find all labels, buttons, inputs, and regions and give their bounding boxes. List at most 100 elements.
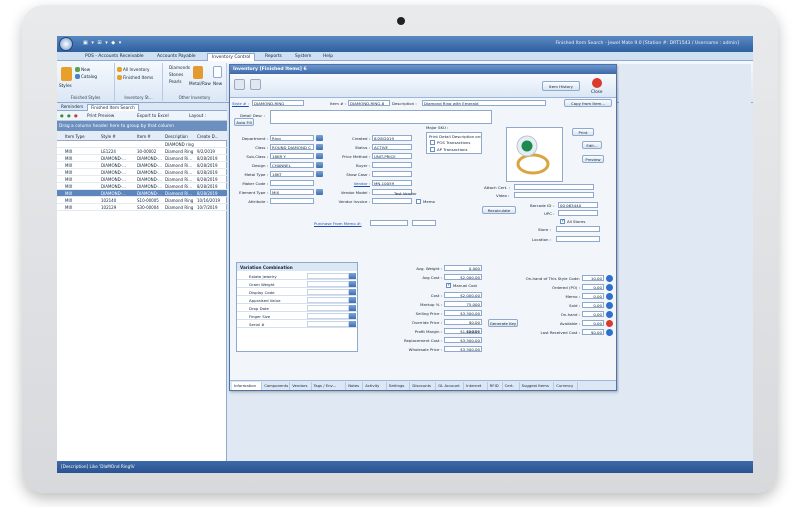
table-row[interactable]: MIX LE1224 30-00002 Diamond Ring 9/2/2019	[57, 148, 227, 155]
col-description[interactable]: Description	[165, 134, 188, 139]
new-style-button[interactable]: New	[81, 67, 90, 72]
search-icon[interactable]	[316, 153, 323, 159]
auto-fill-button[interactable]: Auto Fill	[234, 118, 254, 126]
quick-access-toolbar[interactable]: ▣ ▾ ⊞ ▾ ◆ ▾	[83, 40, 122, 46]
table-row[interactable]: MIX DIAMOND-... DIAMOND-... Diamond Ri... 8/…	[57, 176, 227, 183]
field-value[interactable]: 18KT	[270, 171, 314, 177]
vendor-link[interactable]: Vendor :	[354, 181, 370, 186]
print-preview-button[interactable]: Print Preview	[87, 113, 114, 118]
tab-gl-account[interactable]: GL Account	[436, 382, 465, 390]
onhand-field[interactable]: 0.00	[582, 302, 604, 308]
col-item-type[interactable]: Item Type	[65, 134, 85, 139]
lookup-icon[interactable]	[349, 289, 356, 295]
variation-field[interactable]	[307, 321, 349, 327]
save-icon[interactable]	[234, 79, 245, 90]
field-value[interactable]: CHANNEL	[270, 162, 314, 168]
video-field[interactable]	[514, 192, 594, 198]
search-icon[interactable]	[316, 144, 323, 150]
search-icon[interactable]	[316, 171, 323, 177]
variation-field[interactable]	[307, 313, 349, 319]
store-field[interactable]	[556, 226, 600, 232]
clear-icon[interactable]: ●	[74, 113, 78, 118]
undo-icon[interactable]	[250, 79, 261, 90]
variation-row[interactable]: Appraised Value	[237, 296, 357, 304]
table-row[interactable]: MIX DIAMOND-... DIAMOND-... Diamond Ri... 8/…	[57, 155, 227, 162]
tab-inventory-control[interactable]: Inventory Control	[207, 53, 256, 61]
all-stores-checkbox[interactable]	[560, 218, 565, 224]
print-button[interactable]: Print	[572, 128, 594, 136]
onhand-field[interactable]: 0.00	[582, 293, 604, 299]
tab-discounts[interactable]: Discounts	[410, 382, 437, 390]
lookup-icon[interactable]	[349, 297, 356, 303]
preview-button[interactable]: Preview	[582, 155, 604, 163]
price-field[interactable]: $3,500.00	[444, 337, 482, 343]
check-icon[interactable]: ●	[67, 113, 71, 118]
tab-reports[interactable]: Reports	[261, 53, 286, 61]
lookup-icon[interactable]	[349, 313, 356, 319]
variation-field[interactable]	[307, 289, 349, 295]
info-icon[interactable]	[606, 319, 613, 327]
price-field[interactable]: $3,500.00	[444, 346, 482, 352]
new-other-button[interactable]: New	[213, 81, 222, 86]
info-icon[interactable]	[606, 283, 613, 291]
info-icon[interactable]	[606, 292, 613, 300]
tab-internet[interactable]: Internet	[464, 382, 488, 390]
variation-field[interactable]	[307, 273, 349, 279]
field-value[interactable]: UNIT-PRICE	[372, 153, 412, 159]
tab-settings[interactable]: Settings	[387, 382, 411, 390]
all-inventory-button[interactable]: All Inventory	[123, 67, 150, 72]
info-icon[interactable]	[606, 301, 613, 309]
tab-help[interactable]: Help	[319, 53, 337, 61]
upc-field[interactable]	[558, 210, 598, 216]
catalog-button[interactable]: Catalog	[81, 74, 97, 79]
price-field[interactable]: $2,000.00	[444, 274, 482, 280]
variation-row[interactable]: Serial #	[237, 320, 357, 328]
tab-notes[interactable]: Notes	[346, 382, 364, 390]
item-photo[interactable]	[506, 127, 563, 182]
tab-suggest-items[interactable]: Suggest Items	[520, 382, 555, 390]
table-row[interactable]: MIX 102140 S10-00005 Diamond Ring 10/16/2019	[57, 197, 227, 204]
field-value[interactable]	[372, 162, 412, 168]
edit-button[interactable]: Edit...	[582, 141, 602, 149]
styles-button[interactable]: Styles	[59, 83, 72, 88]
tab-tags-env-[interactable]: Tags / Env...	[312, 382, 347, 390]
price-field[interactable]: 75.000	[444, 301, 482, 307]
pearls-button[interactable]: Pearls	[169, 79, 182, 84]
stones-button[interactable]: Stones	[169, 72, 183, 77]
copy-from-item-button[interactable]: Copy from Item...	[564, 99, 612, 107]
field-value[interactable]	[372, 198, 412, 204]
field-value[interactable]: MIX	[270, 189, 314, 195]
lookup-icon[interactable]	[349, 305, 356, 311]
info-icon[interactable]	[606, 310, 613, 318]
ap-transactions-checkbox[interactable]	[430, 147, 435, 152]
table-row[interactable]: DIAMOND ring	[57, 141, 227, 148]
detail-desc-field[interactable]	[270, 110, 492, 124]
generate-key-button[interactable]: Generate Key	[488, 319, 518, 327]
tab-accounts-payable[interactable]: Accounts Payable	[153, 53, 200, 61]
info-icon[interactable]	[606, 274, 613, 282]
tab-cert-[interactable]: Cert.	[503, 382, 520, 390]
field-value[interactable]: 18KR Y	[270, 153, 314, 159]
group-by-area[interactable]: Drag a column header here to group by th…	[57, 121, 227, 131]
tab-vendors[interactable]: Vendors	[290, 382, 312, 390]
onhand-field[interactable]: 0.00	[582, 311, 604, 317]
variation-row[interactable]: Display Code	[237, 288, 357, 296]
price-field[interactable]: 0.000	[444, 265, 482, 271]
onhand-field[interactable]: 0.00	[582, 320, 604, 326]
field-value[interactable]: ROUND DIAMOND C	[270, 144, 314, 150]
location-field[interactable]	[556, 236, 600, 242]
manual-cost-checkbox[interactable]	[446, 282, 451, 288]
tab-activity[interactable]: Activity	[363, 382, 387, 390]
variation-row[interactable]: Finger Size	[237, 312, 357, 320]
lookup-icon[interactable]	[349, 321, 356, 327]
info-icon[interactable]	[606, 328, 613, 336]
search-icon[interactable]	[316, 189, 323, 195]
field-value[interactable]: MN-10059	[372, 180, 412, 186]
item-field[interactable]: DIAMOND-RING-8	[348, 100, 390, 106]
onhand-field[interactable]: 0.00	[582, 284, 604, 290]
variation-row[interactable]: Drop Date	[237, 304, 357, 312]
finished-items-button[interactable]: Finished Items	[123, 75, 153, 80]
variation-row[interactable]: Gram Weight	[237, 280, 357, 288]
tab-currency[interactable]: Currency	[554, 382, 578, 390]
variation-row[interactable]: Estate Jewelry	[237, 272, 357, 280]
